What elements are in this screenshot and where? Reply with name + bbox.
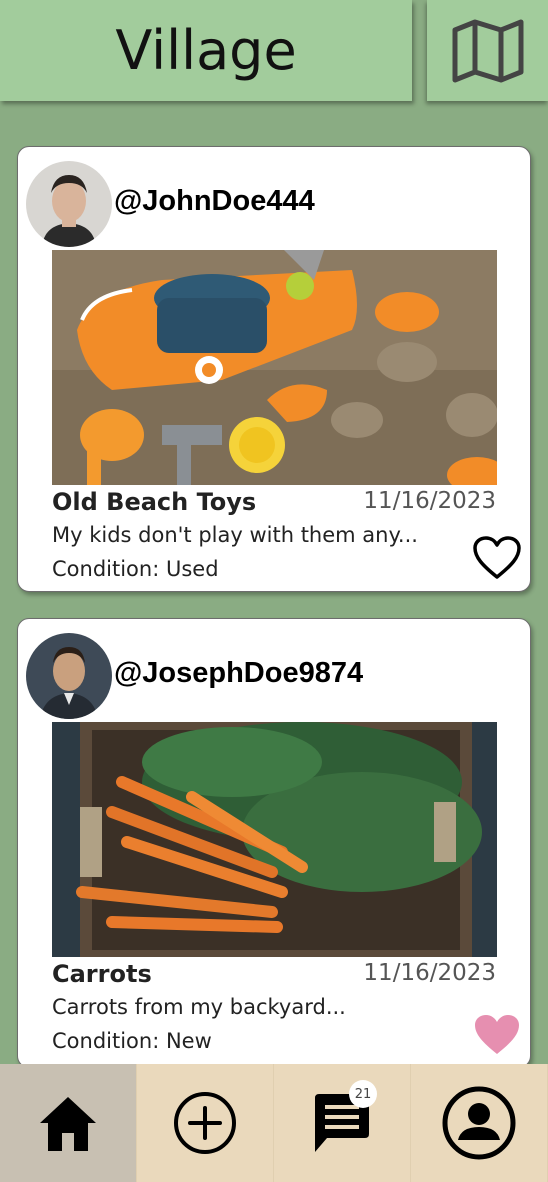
post-title: Carrots (52, 960, 152, 988)
nav-home[interactable] (0, 1064, 137, 1182)
post-card[interactable]: @JohnDoe444 Old Beach Toys 11/16/2023 My… (17, 146, 531, 592)
post-title: Old Beach Toys (52, 488, 257, 516)
nav-add[interactable] (137, 1064, 274, 1182)
app-title: Village (115, 19, 297, 82)
avatar[interactable] (26, 161, 112, 247)
heart-filled-icon[interactable] (472, 1012, 522, 1058)
avatar[interactable] (26, 633, 112, 719)
post-card[interactable]: @JosephDoe9874 Carrots 11/16/2023 Carrot… (17, 618, 531, 1068)
post-description: Carrots from my backyard... (52, 995, 346, 1019)
post-date: 11/16/2023 (363, 488, 496, 514)
profile-icon (442, 1086, 516, 1160)
post-username[interactable]: @JohnDoe444 (114, 185, 315, 218)
nav-messages[interactable]: 21 (274, 1064, 411, 1182)
page-title: Village (0, 0, 412, 101)
post-username[interactable]: @JosephDoe9874 (114, 657, 363, 690)
post-condition: Condition: New (52, 1029, 212, 1053)
map-icon (452, 19, 523, 82)
post-date: 11/16/2023 (363, 960, 496, 986)
nav-profile[interactable] (411, 1064, 548, 1182)
post-image[interactable] (52, 250, 497, 485)
bottom-nav: 21 (0, 1064, 548, 1182)
map-button[interactable] (427, 0, 548, 101)
message-count-badge: 21 (349, 1080, 377, 1108)
post-image[interactable] (52, 722, 497, 957)
heart-outline-icon[interactable] (472, 535, 522, 581)
post-condition: Condition: Used (52, 557, 219, 581)
post-description: My kids don't play with them any... (52, 523, 418, 547)
home-icon (40, 1097, 96, 1151)
add-circle-icon (174, 1092, 236, 1154)
